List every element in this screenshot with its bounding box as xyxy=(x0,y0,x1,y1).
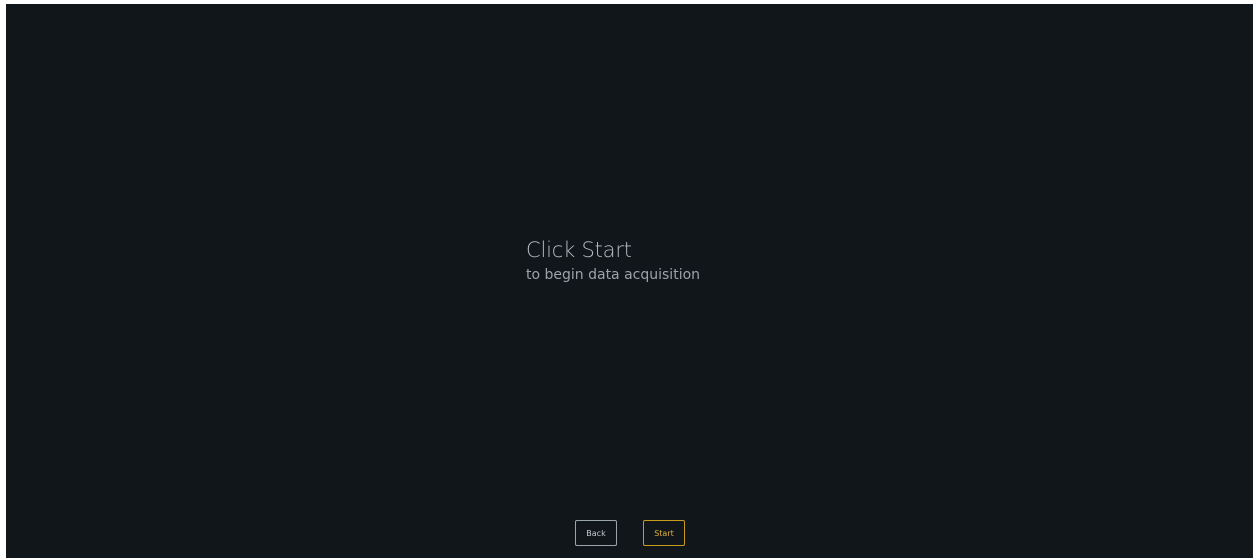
back-button[interactable]: Back xyxy=(575,520,617,546)
prompt-subtitle: to begin data acquisition xyxy=(526,267,701,283)
acquisition-screen: Click Start to begin data acquisition Ba… xyxy=(6,4,1253,558)
start-button[interactable]: Start xyxy=(643,520,685,546)
prompt-title: Click Start xyxy=(526,238,632,262)
start-prompt: Click Start to begin data acquisition xyxy=(526,236,700,285)
action-bar: Back Start xyxy=(6,520,1253,547)
